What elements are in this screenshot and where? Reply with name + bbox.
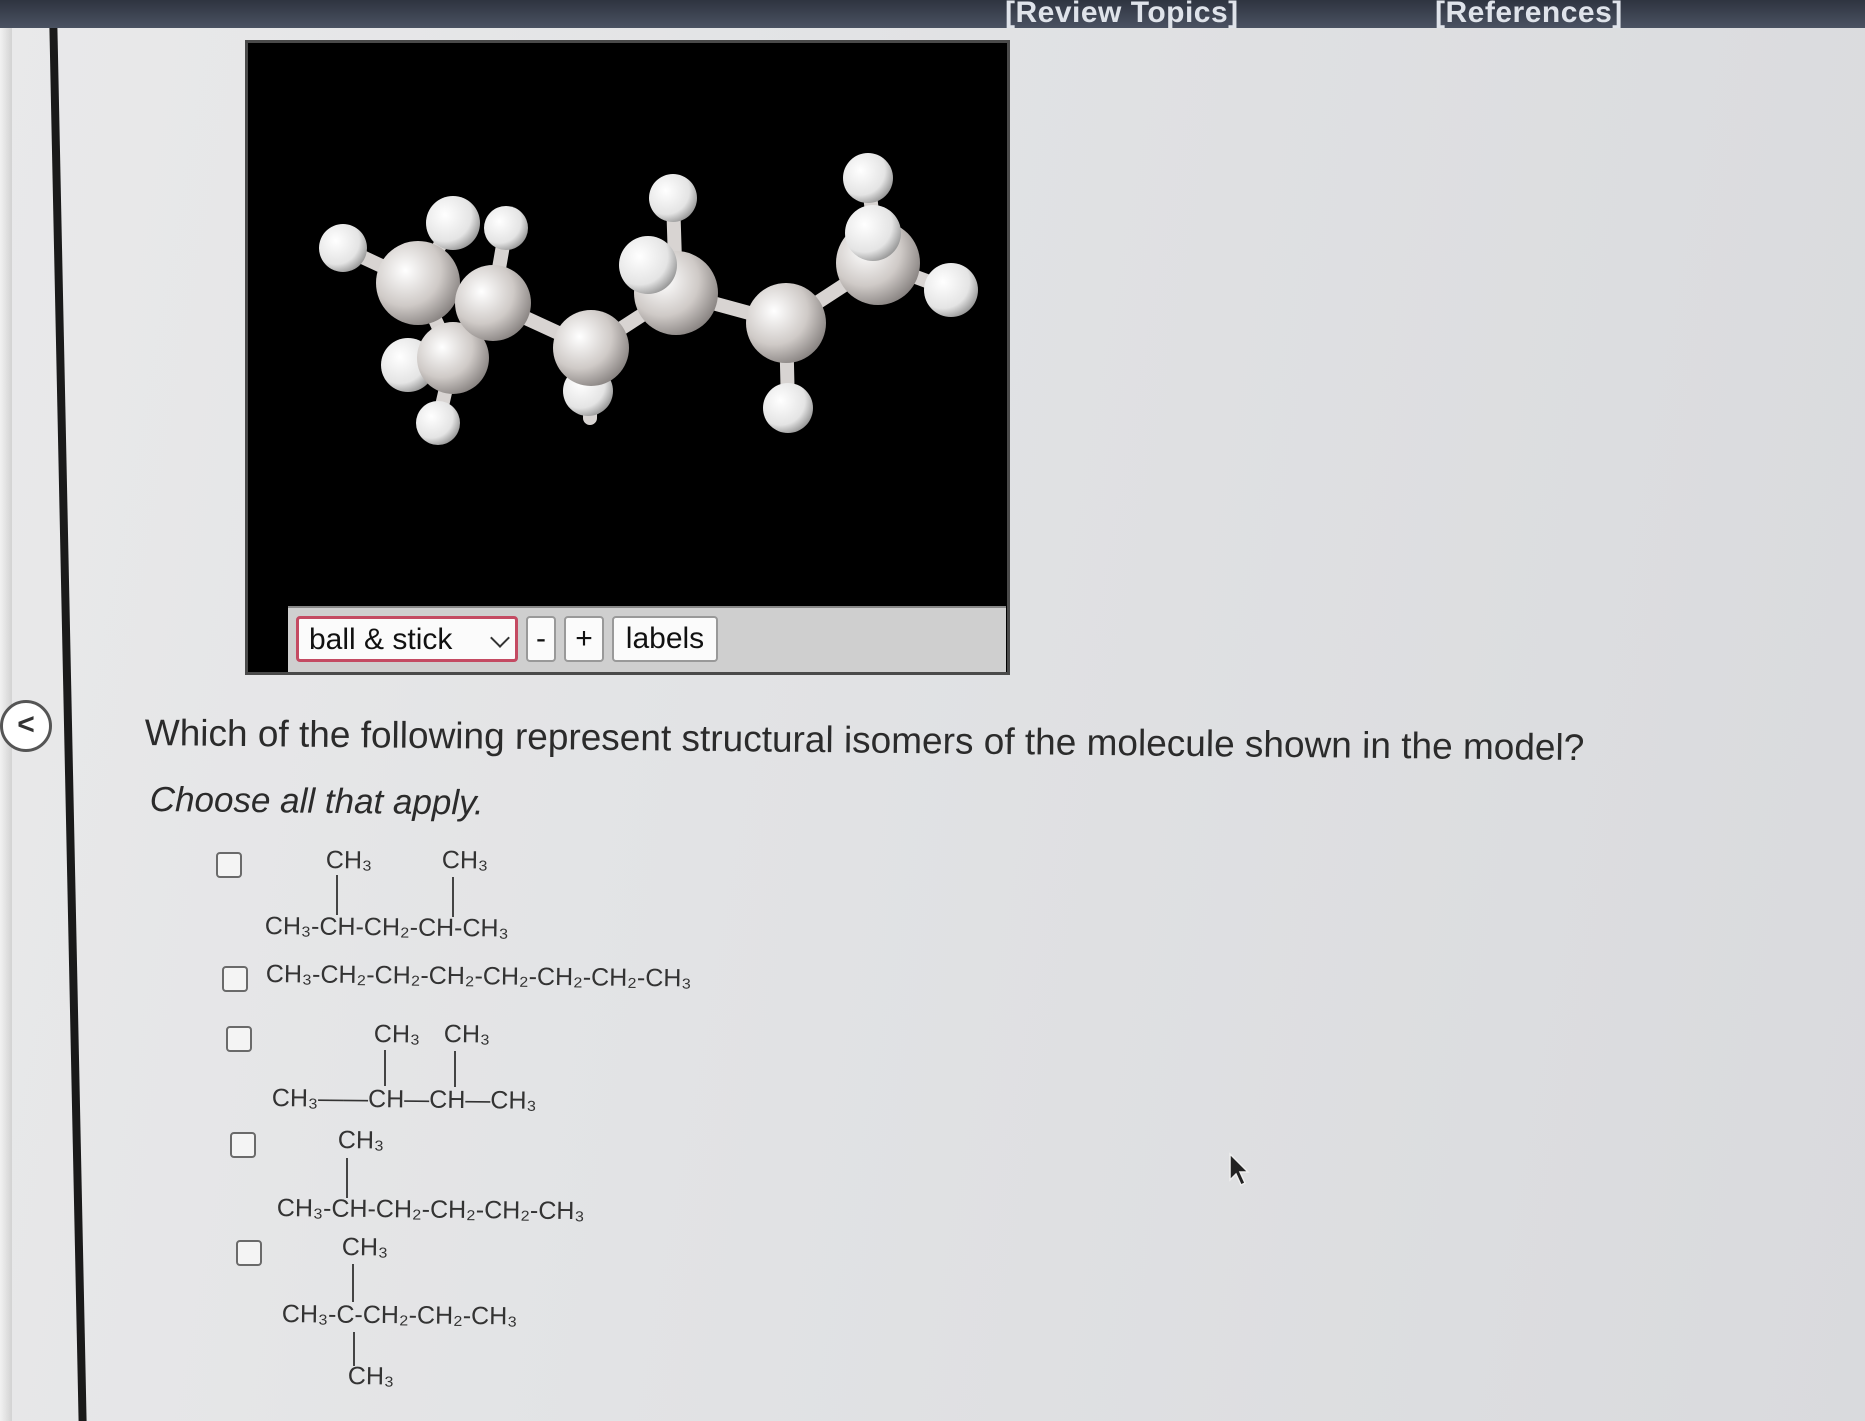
option-2-checkbox[interactable] [222,966,248,992]
zoom-out-button[interactable]: - [526,616,556,662]
option-5-branch-top: CH₃ [341,1233,389,1262]
option-3-checkbox[interactable] [226,1026,252,1052]
option-5-chain: CH₃-C-CH₂-CH₂-CH₃ [281,1300,518,1331]
mouse-cursor-icon [1229,1152,1250,1187]
option-4-checkbox[interactable] [230,1132,256,1158]
option-2-chain: CH₃-CH₂-CH₂-CH₂-CH₂-CH₂-CH₂-CH₃ [265,960,692,993]
chevron-down-icon [490,628,510,648]
option-1-bond [336,875,338,915]
model-type-value: ball & stick [309,623,453,656]
top-bar: [Review Topics] [References] [0,0,1865,30]
option-3-bond [384,1050,386,1086]
option-3-branch-2: CH₃ [443,1020,491,1049]
option-4-branch-1: CH₃ [337,1126,385,1155]
option-5-bond [353,1332,355,1366]
review-topics-link[interactable]: [Review Topics] [1005,0,1239,30]
molecule-model-image [319,153,978,445]
option-3-chain: CH₃——CH—CH—CH₃ [271,1084,537,1115]
question-prompt: Which of the following represent structu… [144,712,1585,769]
option-1-checkbox[interactable] [216,852,242,878]
option-1-branch-1: CH₃ [325,846,373,875]
option-5-branch-bottom: CH₃ [347,1362,395,1391]
option-1-chain: CH₃-CH-CH₂-CH-CH₃ [264,912,509,943]
option-5-bond [352,1264,354,1302]
labels-button[interactable]: labels [612,616,718,662]
model-type-select[interactable]: ball & stick [296,616,518,662]
zoom-in-button[interactable]: + [564,616,604,662]
option-3-branch-1: CH₃ [373,1020,421,1049]
viewer-controls: ball & stick - + labels [288,606,1006,672]
molecule-viewer[interactable]: ball & stick - + labels [245,40,1010,675]
option-1-bond [452,877,454,917]
option-1-branch-2: CH₃ [441,846,489,875]
collapse-button[interactable]: < [0,700,52,752]
option-5-checkbox[interactable] [236,1240,262,1266]
option-3-bond [454,1051,456,1087]
left-divider [49,28,87,1421]
question-instruction: Choose all that apply. [149,780,484,823]
references-link[interactable]: [References] [1435,0,1623,30]
option-4-bond [346,1158,348,1198]
option-4-chain: CH₃-CH-CH₂-CH₂-CH₂-CH₃ [276,1194,585,1226]
